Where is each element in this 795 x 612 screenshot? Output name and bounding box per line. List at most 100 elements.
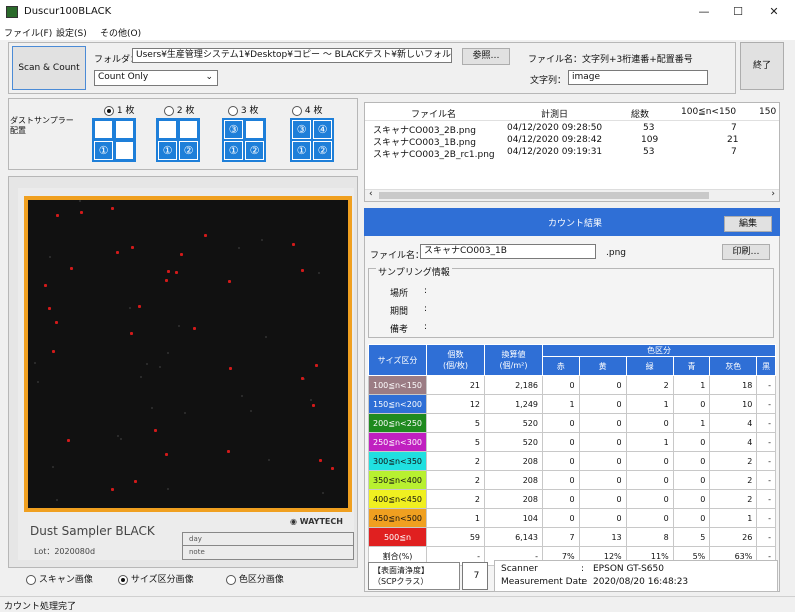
conv-cell: 520 [484,413,543,433]
chevron-left-icon[interactable]: ‹ [369,189,373,199]
print-button[interactable]: 印刷… [722,244,770,260]
color-value-cell: 0 [672,470,711,490]
th-size: サイズ区分 [368,344,427,376]
dust-particle [250,410,252,412]
dust-particle [52,350,55,353]
app-icon [6,6,18,18]
conv-cell: 2,186 [484,375,543,395]
browse-button[interactable]: 参照… [462,48,510,65]
scan-image[interactable] [28,200,348,508]
sampler-label: ダストサンプラー配置 [10,116,74,135]
view-size-radio[interactable]: サイズ区分画像 [118,572,194,585]
day-field: day [182,532,354,546]
minimize-button[interactable]: — [694,4,714,20]
dust-particle [319,459,322,462]
sampler-option-1[interactable]: 1 枚 [104,103,134,116]
color-value-cell: 0 [672,432,711,452]
string-input[interactable]: image [568,70,708,85]
string-label: 文字列： [530,76,567,86]
dust-particle [165,279,168,282]
color-value-cell: 0 [625,508,674,528]
th-conv: 換算値 (個/m²) [484,344,543,376]
color-value-cell: 1 [709,508,758,528]
table-row[interactable]: スキャナCO003_2B.png 04/12/2020 09:28:50 53 … [365,123,779,136]
color-value-cell: 0 [542,470,580,490]
edit-button[interactable]: 編集 [724,216,772,232]
menu-bar: ファイル(F) 設定(S) その他(O) [0,24,795,40]
view-color-radio[interactable]: 色区分画像 [226,572,284,585]
sampling-info-group [368,268,774,338]
count-cell: 59 [426,527,485,547]
scroll-thumb[interactable] [379,192,709,199]
dust-particle [111,207,114,210]
field-period-label: 期間 [390,307,409,317]
table-row[interactable]: スキャナCO003_2B_rc1.png 04/12/2020 09:19:31… [365,147,779,160]
chevron-down-icon: ⌄ [205,72,213,82]
color-value-cell: 1 [542,394,580,414]
color-value-cell: 26 [709,527,758,547]
table-row[interactable]: 350≦n<400 2 208 0 0 0 0 2- [368,470,776,490]
radio-icon [226,574,236,585]
window-title: Duscur100BLACK [24,6,112,17]
table-row[interactable]: 200≦n<250 5 520 0 0 0 1 4- [368,413,776,433]
folder-input[interactable]: Users¥生産管理システム1¥Desktop¥コピー ～ BLACKテスト¥新… [132,48,452,63]
mode-value: Count Only [98,72,149,82]
file-list[interactable]: ファイル名 計測日 総数 100≦n<150 150 スキャナCO003_2B.… [364,102,780,202]
table-row[interactable]: 500≦n 59 6,143 7 13 8 5 26- [368,527,776,547]
dust-particle [70,267,73,270]
conv-cell: 6,143 [484,527,543,547]
table-row[interactable]: 100≦n<150 21 2,186 0 0 2 1 18- [368,375,776,395]
dust-particle [165,453,168,456]
dust-particle [120,438,122,440]
dust-particle [228,280,231,283]
maximize-button[interactable]: ☐ [728,4,748,20]
dust-particle [322,492,324,494]
color-value-cell: 8 [625,527,674,547]
table-row[interactable]: 450≦n<500 1 104 0 0 0 0 1- [368,508,776,528]
mode-select[interactable]: Count Only ⌄ [94,70,218,86]
col-total[interactable]: 総数 [631,107,649,120]
th-color-1: 黄 [578,356,627,376]
col-150[interactable]: 150 [759,107,776,117]
sampler-option-2[interactable]: 2 枚 [164,103,194,116]
table-row[interactable]: 150≦n<200 12 1,249 1 0 1 0 10- [368,394,776,414]
color-value-cell: 2 [709,451,758,471]
result-filename-input[interactable]: スキャナCO003_1B [420,244,596,259]
exit-button[interactable]: 終了 [740,42,784,90]
table-row[interactable]: スキャナCO003_1B.png 04/12/2020 09:28:42 109… [365,135,779,148]
size-class-cell: 250≦n<300 [368,432,427,452]
menu-other[interactable]: その他(O) [100,26,141,39]
sampler-option-4[interactable]: 4 枚 [292,103,322,116]
menu-settings[interactable]: 設定(S) [56,26,87,39]
dust-particle [116,251,119,254]
note-field: note [182,546,354,560]
table-row[interactable]: 250≦n<300 5 520 0 0 1 0 4- [368,432,776,452]
brand-logo: ◉ WAYTECH [290,517,343,526]
dust-particle [175,271,178,274]
table-row[interactable]: 400≦n<450 2 208 0 0 0 0 2- [368,489,776,509]
view-scan-radio[interactable]: スキャン画像 [26,572,93,585]
col-date[interactable]: 計測日 [541,107,568,120]
col-filename[interactable]: ファイル名 [411,107,456,120]
close-button[interactable]: ✕ [764,4,784,20]
scan-count-button[interactable]: Scan & Count [12,46,86,90]
conv-cell: 104 [484,508,543,528]
sampler-option-3[interactable]: 3 枚 [228,103,258,116]
dust-particle [312,404,315,407]
menu-file[interactable]: ファイル(F) [4,26,52,39]
table-row[interactable]: 300≦n<350 2 208 0 0 0 0 2- [368,451,776,471]
dust-particle [111,488,114,491]
layout-2-icon: ①② [156,118,200,162]
chevron-right-icon[interactable]: › [771,189,775,199]
dust-particle [301,269,304,272]
radio-icon [118,574,128,585]
color-value-cell: 0 [578,508,627,528]
color-value-cell: 0 [625,413,674,433]
count-cell: 5 [426,413,485,433]
dust-particle [37,381,39,383]
scanner-label: Scanner [501,564,538,574]
color-value-cell: - [756,489,776,509]
col-100-150[interactable]: 100≦n<150 [681,107,736,117]
dust-particle [238,247,240,249]
horizontal-scrollbar[interactable]: ‹ › [365,189,779,201]
